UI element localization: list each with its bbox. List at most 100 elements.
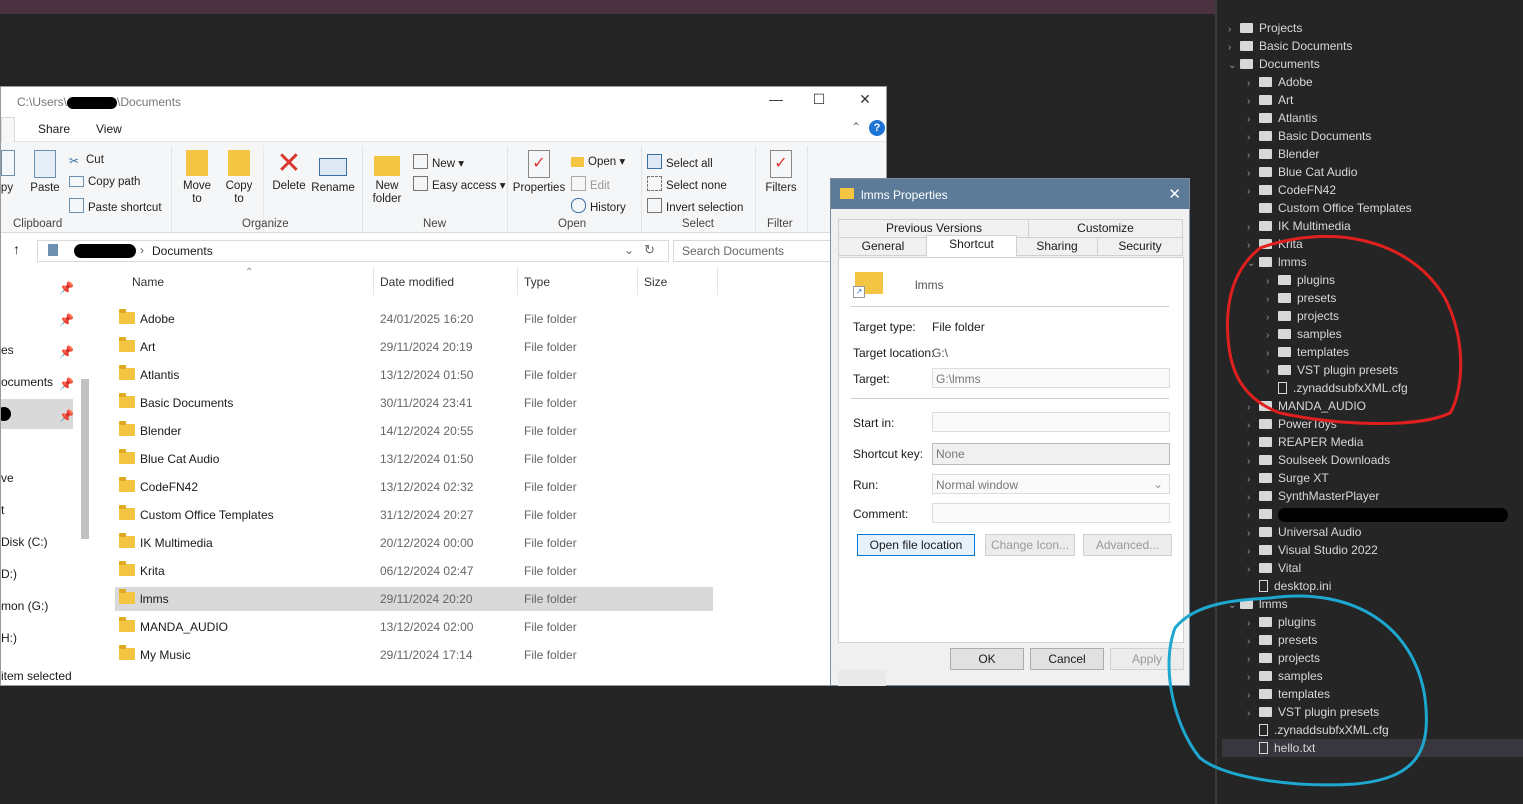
paste-button[interactable]: Paste: [29, 148, 61, 195]
tree-folder-item[interactable]: › Krita: [1247, 235, 1303, 253]
table-row[interactable]: IK Multimedia 20/12/2024 00:00 File folder: [115, 531, 713, 555]
select-all-button[interactable]: Select all: [647, 154, 713, 170]
tree-folder-item[interactable]: › Basic Documents: [1228, 37, 1352, 55]
nav-drive-d[interactable]: D:): [1, 567, 17, 581]
tree-file-item[interactable]: desktop.ini: [1247, 577, 1331, 595]
tree-folder-item[interactable]: › projects: [1247, 649, 1320, 667]
pin-icon[interactable]: 📌: [59, 409, 74, 423]
table-row[interactable]: CodeFN42 13/12/2024 02:32 File folder: [115, 475, 713, 499]
tab-shortcut[interactable]: Shortcut: [926, 235, 1017, 257]
copy-to-button[interactable]: Copy to: [221, 148, 257, 206]
tree-folder-item[interactable]: › samples: [1247, 667, 1323, 685]
up-arrow-icon[interactable]: ↑: [13, 241, 20, 257]
move-to-button[interactable]: Move to: [179, 148, 215, 206]
tree-folder-item[interactable]: › VST plugin presets: [1266, 361, 1398, 379]
table-row[interactable]: Blue Cat Audio 13/12/2024 01:50 File folde…: [115, 447, 713, 471]
change-icon-button[interactable]: Change Icon...: [985, 534, 1075, 556]
open-file-location-button[interactable]: Open file location: [857, 534, 975, 556]
comment-field[interactable]: [932, 503, 1170, 523]
maximize-button[interactable]: ☐: [804, 91, 834, 111]
table-row[interactable]: Art 29/11/2024 20:19 File folder: [115, 335, 713, 359]
pin-icon[interactable]: 📌: [59, 313, 74, 327]
nav-scrollbar[interactable]: [81, 379, 89, 539]
nav-drive-h[interactable]: H:): [1, 631, 17, 645]
table-row[interactable]: Adobe 24/01/2025 16:20 File folder: [115, 307, 713, 331]
tab-share[interactable]: Share: [38, 122, 70, 136]
filters-button[interactable]: ✓ Filters: [761, 148, 801, 195]
chevron-down-icon[interactable]: ⌄: [1247, 255, 1259, 273]
tree-folder-item[interactable]: › samples: [1266, 325, 1342, 343]
column-header-type[interactable]: Type: [524, 275, 550, 289]
nav-item[interactable]: ocuments: [1, 375, 53, 389]
tree-folder-item[interactable]: › REAPER Media: [1247, 433, 1363, 451]
tree-folder-item[interactable]: › Visual Studio 2022: [1247, 541, 1378, 559]
table-row[interactable]: My Music 29/11/2024 17:14 File folder: [115, 643, 713, 667]
column-separator[interactable]: [637, 267, 638, 295]
tree-folder-item[interactable]: › MANDA_AUDIO: [1247, 397, 1366, 415]
nav-item[interactable]: t: [1, 503, 4, 517]
delete-button[interactable]: ✕ Delete: [269, 148, 309, 193]
column-header-date[interactable]: Date modified: [380, 275, 454, 289]
tab-security[interactable]: Security: [1097, 237, 1183, 256]
breadcrumb-documents[interactable]: Documents: [152, 244, 213, 258]
tree-folder-item[interactable]: › Universal Audio: [1247, 523, 1361, 541]
cut-button[interactable]: ✂ Cut: [69, 154, 104, 168]
table-row[interactable]: Krita 06/12/2024 02:47 File folder: [115, 559, 713, 583]
tree-folder-item[interactable]: › Basic Documents: [1247, 127, 1371, 145]
tree-folder-item[interactable]: › Blender: [1247, 145, 1319, 163]
tree-folder-item[interactable]: › PowerToys: [1247, 415, 1337, 433]
table-row[interactable]: Basic Documents 30/11/2024 23:41 File fold…: [115, 391, 713, 415]
chevron-down-icon[interactable]: ⌄: [1228, 597, 1240, 615]
tree-folder-item[interactable]: › templates: [1266, 343, 1349, 361]
copy-path-button[interactable]: Copy path: [69, 176, 140, 188]
rename-button[interactable]: Rename: [311, 148, 355, 195]
tree-folder-item[interactable]: › IK Multimedia: [1247, 217, 1351, 235]
dialog-title-bar[interactable]: lmms Properties ✕: [831, 179, 1189, 209]
tree-folder-item[interactable]: › VST plugin presets: [1247, 703, 1379, 721]
select-none-button[interactable]: Select none: [647, 176, 727, 192]
tree-folder-item[interactable]: ⌄ lmms: [1247, 253, 1307, 271]
collapse-ribbon-icon[interactable]: ⌃: [851, 120, 861, 134]
table-row[interactable]: Atlantis 13/12/2024 01:50 File folder: [115, 363, 713, 387]
column-header-size[interactable]: Size: [644, 275, 667, 289]
column-separator[interactable]: [717, 267, 718, 295]
nav-item[interactable]: ve: [1, 471, 14, 485]
shortcut-key-field[interactable]: None: [932, 443, 1170, 465]
column-separator[interactable]: [517, 267, 518, 295]
tree-folder-item[interactable]: › Projects: [1228, 19, 1302, 37]
tree-folder-item[interactable]: › plugins: [1266, 271, 1335, 289]
run-select[interactable]: Normal window ⌄: [932, 474, 1170, 494]
table-row[interactable]: lmms 29/11/2024 20:20 File folder: [115, 587, 713, 611]
dialog-close-button[interactable]: ✕: [1168, 185, 1181, 203]
tree-folder-item[interactable]: › presets: [1266, 289, 1336, 307]
minimize-button[interactable]: —: [761, 91, 791, 111]
open-button[interactable]: Open ▾: [571, 154, 625, 168]
ok-button[interactable]: OK: [950, 648, 1024, 670]
pin-icon[interactable]: 📌: [59, 345, 74, 359]
history-button[interactable]: History: [571, 198, 626, 214]
tree-folder-item[interactable]: › plugins: [1247, 613, 1316, 631]
tree-folder-item[interactable]: › projects: [1266, 307, 1339, 325]
tree-folder-item[interactable]: › CodeFN42: [1247, 181, 1336, 199]
table-row[interactable]: Custom Office Templates 31/12/2024 20:27 F…: [115, 503, 713, 527]
pin-icon[interactable]: 📌: [59, 377, 74, 391]
cancel-button[interactable]: Cancel: [1030, 648, 1104, 670]
tab-view[interactable]: View: [96, 122, 122, 136]
tab-customize[interactable]: Customize: [1028, 219, 1183, 238]
tab-home[interactable]: [1, 117, 15, 142]
advanced-button[interactable]: Advanced...: [1083, 534, 1172, 556]
tab-general[interactable]: General: [838, 237, 928, 256]
tree-folder-item[interactable]: › Adobe: [1247, 73, 1313, 91]
nav-drive-c[interactable]: Disk (C:): [1, 535, 48, 549]
tree-folder-item[interactable]: › presets: [1247, 631, 1317, 649]
tree-folder-item[interactable]: › Blue Cat Audio: [1247, 163, 1357, 181]
tree-folder-item[interactable]: › Atlantis: [1247, 109, 1317, 127]
pin-icon[interactable]: 📌: [59, 281, 74, 295]
address-bar[interactable]: › Documents ⌄ ↻: [37, 240, 669, 262]
new-folder-button[interactable]: New folder: [367, 148, 407, 206]
tree-folder-item[interactable]: › Art: [1247, 91, 1293, 109]
tree-folder-item[interactable]: › templates: [1247, 685, 1330, 703]
target-field[interactable]: G:\lmms: [932, 368, 1170, 388]
tree-folder-item[interactable]: › Soulseek Downloads: [1247, 451, 1390, 469]
table-row[interactable]: Blender 14/12/2024 20:55 File folder: [115, 419, 713, 443]
